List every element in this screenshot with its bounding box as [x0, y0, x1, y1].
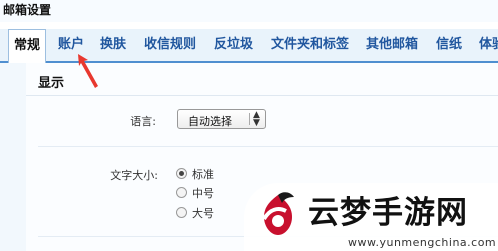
- red-arrow-annotation-icon: [78, 54, 98, 88]
- watermark-url: www.yunmengchina.com: [348, 236, 497, 249]
- language-select[interactable]: 自动选择 ▲ ▼: [177, 109, 266, 129]
- watermark: 云梦手游网 www.yunmengchina.com: [244, 183, 498, 251]
- window-title: 邮箱设置: [3, 3, 52, 17]
- select-divider: [249, 113, 250, 125]
- language-label: 语言:: [130, 115, 156, 128]
- radio-unchecked-icon[interactable]: [176, 207, 187, 218]
- radio-checked-icon[interactable]: [176, 168, 187, 179]
- tab-anti-spam[interactable]: 反垃圾: [214, 29, 253, 61]
- language-select-value: 自动选择: [188, 115, 232, 128]
- watermark-text: 云梦手游网: [308, 195, 468, 231]
- radio-label: 大号: [192, 207, 214, 220]
- watermark-logo-icon: [262, 192, 294, 235]
- settings-tab-bar: 常规 账户 换肤 收信规则 反垃圾 文件夹和标签 其他邮箱 信纸 体验: [0, 29, 498, 63]
- updown-chevron-icon: ▲ ▼: [253, 110, 260, 128]
- font-size-label: 文字大小:: [110, 169, 158, 182]
- title-bar: 邮箱设置: [0, 0, 498, 22]
- tab-general[interactable]: 常规: [8, 29, 46, 63]
- radio-unchecked-icon[interactable]: [176, 187, 187, 198]
- radio-label: 标准: [192, 168, 214, 181]
- tab-experience[interactable]: 体验: [479, 29, 498, 61]
- section-title: 显示: [38, 76, 65, 91]
- tab-other-mailboxes[interactable]: 其他邮箱: [366, 29, 418, 61]
- radio-label: 中号: [192, 187, 214, 200]
- tab-mail-rules[interactable]: 收信规则: [144, 29, 196, 61]
- tab-folders-labels[interactable]: 文件夹和标签: [271, 29, 349, 61]
- row-divider: [38, 146, 498, 147]
- tab-stationery[interactable]: 信纸: [436, 29, 462, 61]
